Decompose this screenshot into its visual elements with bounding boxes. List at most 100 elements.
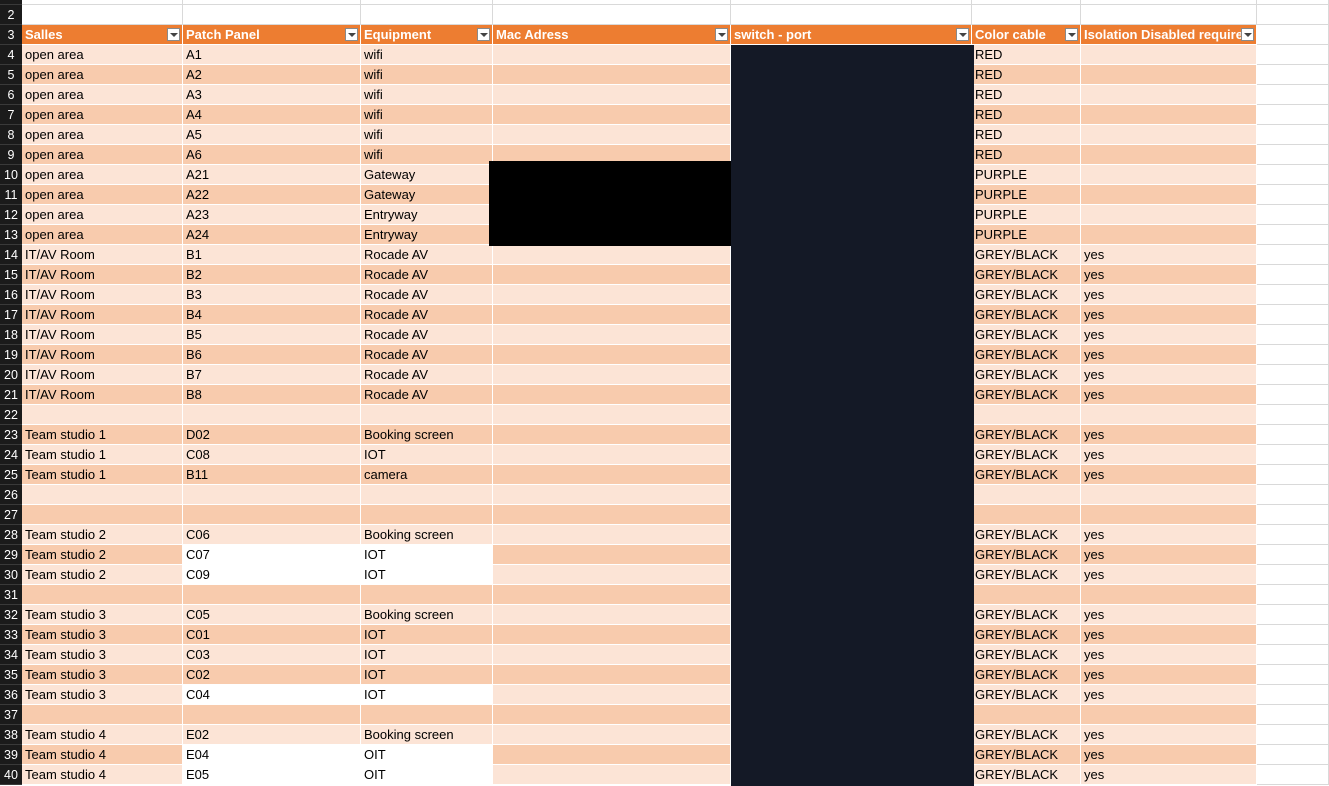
equipment-cell[interactable]: wifi: [361, 145, 493, 165]
color-cable-cell[interactable]: GREY/BLACK: [972, 645, 1081, 665]
filter-dropdown-icon[interactable]: [477, 28, 490, 41]
grid-cell[interactable]: [1257, 585, 1329, 605]
patch-panel-cell[interactable]: C07: [183, 545, 361, 565]
patch-panel-cell[interactable]: [183, 705, 361, 725]
salles-cell[interactable]: Team studio 3: [22, 685, 183, 705]
equipment-cell[interactable]: wifi: [361, 85, 493, 105]
mac-address-cell[interactable]: [493, 325, 731, 345]
color-cable-cell[interactable]: PURPLE: [972, 185, 1081, 205]
salles-cell[interactable]: IT/AV Room: [22, 325, 183, 345]
color-cable-cell[interactable]: RED: [972, 145, 1081, 165]
grid-cell[interactable]: [972, 5, 1081, 25]
isolation-cell[interactable]: yes: [1081, 305, 1257, 325]
mac-address-cell[interactable]: [493, 245, 731, 265]
salles-cell[interactable]: Team studio 3: [22, 605, 183, 625]
column-header[interactable]: Salles: [22, 25, 183, 45]
color-cable-cell[interactable]: GREY/BLACK: [972, 265, 1081, 285]
mac-address-cell[interactable]: [493, 365, 731, 385]
patch-panel-cell[interactable]: A22: [183, 185, 361, 205]
grid-cell[interactable]: [1257, 65, 1329, 85]
isolation-cell[interactable]: yes: [1081, 385, 1257, 405]
filter-dropdown-icon[interactable]: [715, 28, 728, 41]
patch-panel-cell[interactable]: B8: [183, 385, 361, 405]
equipment-cell[interactable]: Rocade AV: [361, 245, 493, 265]
equipment-cell[interactable]: Rocade AV: [361, 365, 493, 385]
color-cable-cell[interactable]: GREY/BLACK: [972, 745, 1081, 765]
row-number[interactable]: 12: [0, 205, 22, 225]
row-number[interactable]: 10: [0, 165, 22, 185]
salles-cell[interactable]: open area: [22, 125, 183, 145]
grid-cell[interactable]: [1257, 205, 1329, 225]
isolation-cell[interactable]: yes: [1081, 465, 1257, 485]
grid-cell[interactable]: [1257, 125, 1329, 145]
salles-cell[interactable]: IT/AV Room: [22, 285, 183, 305]
color-cable-cell[interactable]: GREY/BLACK: [972, 465, 1081, 485]
salles-cell[interactable]: IT/AV Room: [22, 305, 183, 325]
isolation-cell[interactable]: [1081, 705, 1257, 725]
grid-cell[interactable]: [1257, 705, 1329, 725]
mac-address-cell[interactable]: [493, 285, 731, 305]
grid-cell[interactable]: [22, 5, 183, 25]
salles-cell[interactable]: [22, 585, 183, 605]
grid-cell[interactable]: [1257, 85, 1329, 105]
isolation-cell[interactable]: yes: [1081, 605, 1257, 625]
row-number[interactable]: 2: [0, 5, 22, 25]
patch-panel-cell[interactable]: B3: [183, 285, 361, 305]
isolation-cell[interactable]: [1081, 85, 1257, 105]
isolation-cell[interactable]: yes: [1081, 285, 1257, 305]
color-cable-cell[interactable]: [972, 485, 1081, 505]
grid-cell[interactable]: [1257, 105, 1329, 125]
salles-cell[interactable]: Team studio 1: [22, 425, 183, 445]
mac-address-cell[interactable]: [493, 665, 731, 685]
equipment-cell[interactable]: Gateway: [361, 165, 493, 185]
salles-cell[interactable]: [22, 505, 183, 525]
isolation-cell[interactable]: yes: [1081, 425, 1257, 445]
filter-dropdown-icon[interactable]: [1065, 28, 1078, 41]
equipment-cell[interactable]: [361, 485, 493, 505]
row-number[interactable]: 9: [0, 145, 22, 165]
grid-cell[interactable]: [361, 5, 493, 25]
grid-cell[interactable]: [1257, 385, 1329, 405]
row-number[interactable]: 16: [0, 285, 22, 305]
isolation-cell[interactable]: [1081, 225, 1257, 245]
patch-panel-cell[interactable]: C03: [183, 645, 361, 665]
color-cable-cell[interactable]: GREY/BLACK: [972, 685, 1081, 705]
row-number[interactable]: 35: [0, 665, 22, 685]
mac-address-cell[interactable]: [493, 305, 731, 325]
patch-panel-cell[interactable]: A1: [183, 45, 361, 65]
grid-cell[interactable]: [1257, 345, 1329, 365]
salles-cell[interactable]: open area: [22, 85, 183, 105]
isolation-cell[interactable]: [1081, 145, 1257, 165]
isolation-cell[interactable]: [1081, 405, 1257, 425]
equipment-cell[interactable]: OIT: [361, 745, 493, 765]
isolation-cell[interactable]: [1081, 65, 1257, 85]
isolation-cell[interactable]: yes: [1081, 565, 1257, 585]
grid-cell[interactable]: [1257, 305, 1329, 325]
row-number[interactable]: 13: [0, 225, 22, 245]
patch-panel-cell[interactable]: C01: [183, 625, 361, 645]
isolation-cell[interactable]: yes: [1081, 545, 1257, 565]
isolation-cell[interactable]: [1081, 165, 1257, 185]
color-cable-cell[interactable]: PURPLE: [972, 225, 1081, 245]
equipment-cell[interactable]: Booking screen: [361, 605, 493, 625]
grid-cell[interactable]: [1257, 265, 1329, 285]
salles-cell[interactable]: Team studio 2: [22, 545, 183, 565]
salles-cell[interactable]: Team studio 1: [22, 445, 183, 465]
row-number[interactable]: 11: [0, 185, 22, 205]
equipment-cell[interactable]: OIT: [361, 765, 493, 785]
salles-cell[interactable]: Team studio 4: [22, 765, 183, 785]
equipment-cell[interactable]: Rocade AV: [361, 385, 493, 405]
mac-address-cell[interactable]: [493, 105, 731, 125]
patch-panel-cell[interactable]: B11: [183, 465, 361, 485]
isolation-cell[interactable]: yes: [1081, 365, 1257, 385]
patch-panel-cell[interactable]: [183, 405, 361, 425]
grid-cell[interactable]: [1257, 545, 1329, 565]
mac-address-cell[interactable]: [493, 605, 731, 625]
color-cable-cell[interactable]: GREY/BLACK: [972, 425, 1081, 445]
patch-panel-cell[interactable]: B1: [183, 245, 361, 265]
equipment-cell[interactable]: Gateway: [361, 185, 493, 205]
row-number[interactable]: 28: [0, 525, 22, 545]
patch-panel-cell[interactable]: A24: [183, 225, 361, 245]
equipment-cell[interactable]: wifi: [361, 105, 493, 125]
color-cable-cell[interactable]: PURPLE: [972, 205, 1081, 225]
